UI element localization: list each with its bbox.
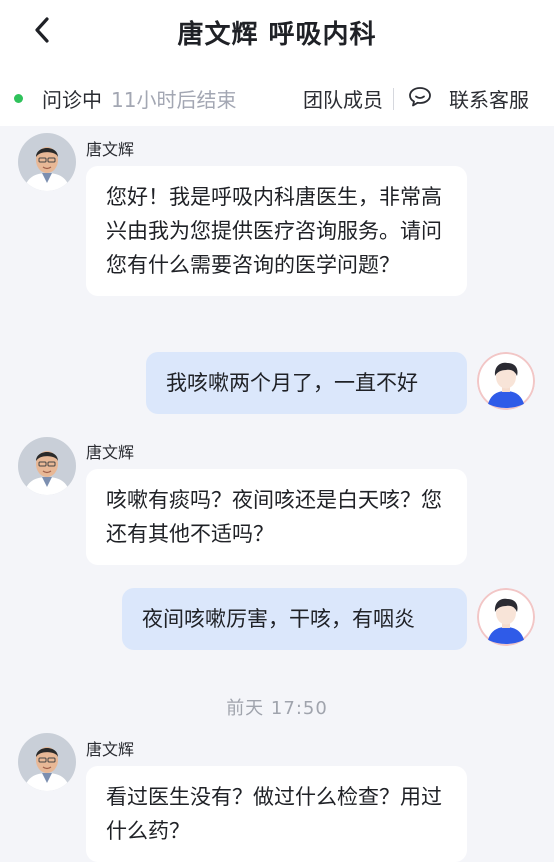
team-members-button[interactable]: 团队成员: [303, 84, 383, 113]
status-dot: [14, 94, 23, 103]
doctor-avatar[interactable]: [18, 437, 76, 495]
doctor-name: 唐文辉: [86, 140, 135, 159]
doctor-name: 唐文辉: [86, 443, 135, 462]
page-title: 唐文辉 呼吸内科: [177, 20, 377, 50]
divider: [393, 88, 394, 110]
doctor-message: 看过医生没有？做过什么检查？用过什么药？: [86, 766, 467, 862]
patient-message: 我咳嗽两个月了，一直不好: [146, 352, 467, 414]
chat-bubble-icon[interactable]: [408, 86, 432, 108]
header: 唐文辉 呼吸内科: [0, 0, 554, 62]
doctor-avatar[interactable]: [18, 133, 76, 191]
doctor-name: 唐文辉: [86, 740, 135, 759]
status-label: 问诊中: [42, 88, 102, 112]
patient-avatar[interactable]: [477, 352, 535, 410]
remaining-time: 11小时后结束: [111, 88, 237, 112]
contact-service-button[interactable]: 联系客服: [449, 84, 529, 113]
patient-message: 夜间咳嗽厉害，干咳，有咽炎: [122, 588, 467, 650]
consultation-status-bar: 问诊中 11小时后结束 团队成员 联系客服: [0, 62, 554, 126]
message-timestamp: 前天 17:50: [226, 698, 328, 719]
doctor-message: 您好！我是呼吸内科唐医生，非常高兴由我为您提供医疗咨询服务。请问您有什么需要咨询…: [86, 166, 467, 296]
doctor-message: 咳嗽有痰吗？夜间咳还是白天咳？您还有其他不适吗？: [86, 469, 467, 565]
patient-avatar[interactable]: [477, 588, 535, 646]
doctor-avatar[interactable]: [18, 733, 76, 791]
